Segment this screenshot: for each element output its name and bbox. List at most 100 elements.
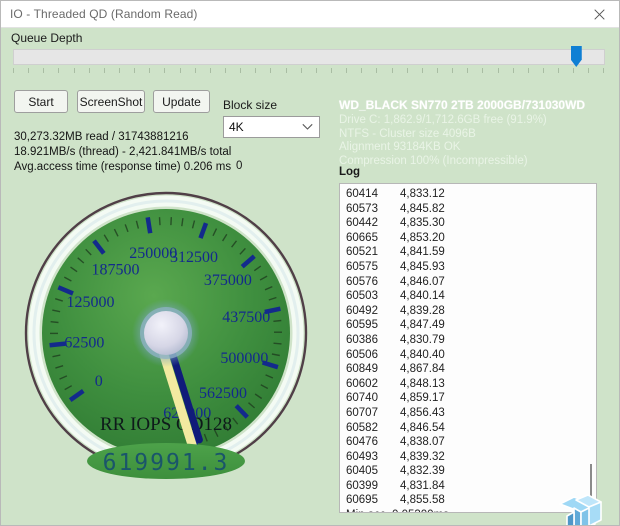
log-mbps-value: 4,856.43 (400, 406, 445, 421)
log-iops-value: 60849 (346, 362, 400, 377)
tweaktown-logo-icon (554, 490, 606, 526)
drive-model-title: WD_BLACK SN770 2TB 2000GB/731030WD (339, 98, 585, 112)
log-row: 605754,845.93 (340, 260, 596, 275)
log-iops-value: 60573 (346, 202, 400, 217)
start-button[interactable]: Start (14, 90, 68, 113)
log-iops-value: 60442 (346, 216, 400, 231)
gauge-tick-label: 187500 (92, 261, 140, 278)
stat-throughput: 18.921MB/s (thread) - 2,421.841MB/s tota… (14, 145, 231, 160)
log-mbps-value: 4,839.32 (400, 450, 445, 465)
log-mbps-value: 4,833.12 (400, 187, 445, 202)
queue-depth-slider[interactable] (11, 48, 609, 80)
log-row: 605034,840.14 (340, 289, 596, 304)
log-row: 605734,845.82 (340, 202, 596, 217)
gauge-caption: RR IOPS QD128 (100, 414, 232, 435)
stat-counter: 0 (236, 160, 242, 172)
close-icon (594, 9, 605, 20)
screenshot-button[interactable]: ScreenShot (77, 90, 145, 113)
gauge-tick-label: 437500 (222, 309, 270, 326)
log-iops-value: 60695 (346, 493, 400, 508)
gauge-minor-tick (274, 343, 282, 344)
stat-read-total: 30,273.32MB read / 31743881216 (14, 130, 231, 145)
log-mbps-value: 4,846.07 (400, 275, 445, 290)
log-mbps-value: 4,832.39 (400, 464, 445, 479)
gauge-tick-label: 562500 (199, 385, 247, 402)
log-row: 607074,856.43 (340, 406, 596, 421)
slider-track[interactable] (13, 49, 605, 65)
log-row: 604054,832.39 (340, 464, 596, 479)
io-threaded-qd-window: IO - Threaded QD (Random Read) Queue Dep… (0, 0, 620, 526)
log-mbps-value: 4,840.14 (400, 289, 445, 304)
log-iops-value: 60405 (346, 464, 400, 479)
log-mbps-value: 4,859.17 (400, 391, 445, 406)
log-row: 605764,846.07 (340, 275, 596, 290)
stats-block: 30,273.32MB read / 31743881216 18.921MB/… (14, 130, 231, 175)
gauge-tick-label: 0 (95, 373, 103, 390)
log-iops-value: 60665 (346, 231, 400, 246)
gauge-major-tick (148, 217, 151, 233)
log-iops-value: 60506 (346, 348, 400, 363)
log-mbps-value: 4,867.84 (400, 362, 445, 377)
log-row: 605214,841.59 (340, 245, 596, 260)
client-area: Queue Depth Start ScreenShot Update Bloc… (1, 28, 619, 525)
log-iops-value: 60476 (346, 435, 400, 450)
log-label: Log (339, 166, 360, 178)
log-mbps-value: 4,853.20 (400, 231, 445, 246)
log-row: 604924,839.28 (340, 304, 596, 319)
log-iops-value: 60503 (346, 289, 400, 304)
block-size-dropdown[interactable]: 4K (223, 116, 320, 138)
log-mbps-value: 4,848.13 (400, 377, 445, 392)
log-mbps-value: 4,846.54 (400, 421, 445, 436)
slider-tick-marks (13, 68, 605, 74)
log-row: 606654,853.20 (340, 231, 596, 246)
log-row: 604424,835.30 (340, 216, 596, 231)
log-mbps-value: 4,839.28 (400, 304, 445, 319)
log-mbps-value: 4,840.40 (400, 348, 445, 363)
title-bar: IO - Threaded QD (Random Read) (1, 1, 620, 28)
drive-alignment-line: Alignment 93184KB OK (339, 141, 547, 155)
gauge-minor-tick (51, 322, 59, 323)
chevron-down-icon (302, 124, 313, 131)
log-iops-value: 60575 (346, 260, 400, 275)
log-row: 604934,839.32 (340, 450, 596, 465)
log-entries: 604144,833.12605734,845.82604424,835.306… (340, 187, 596, 513)
log-iops-value: 60492 (346, 304, 400, 319)
log-iops-value: 60386 (346, 333, 400, 348)
log-row: 605064,840.40 (340, 348, 596, 363)
log-listbox[interactable]: 604144,833.12605734,845.82604424,835.306… (339, 183, 597, 513)
log-row: 608494,867.84 (340, 362, 596, 377)
gauge-tick-label: 375000 (204, 272, 252, 289)
gauge-tick-label: 62500 (64, 335, 104, 352)
gauge-lcd-readout: 619991.3 (103, 450, 230, 476)
log-row: 605954,847.49 (340, 318, 596, 333)
log-iops-value: 60602 (346, 377, 400, 392)
log-iops-value: 60493 (346, 450, 400, 465)
log-mbps-value: 4,845.93 (400, 260, 445, 275)
close-button[interactable] (577, 1, 620, 27)
update-button[interactable]: Update (153, 90, 210, 113)
log-mbps-value: 4,830.79 (400, 333, 445, 348)
log-mbps-value: 4,835.30 (400, 216, 445, 231)
drive-filesystem-line: NTFS - Cluster size 4096B (339, 128, 547, 142)
drive-info-block: Drive C: 1,862.9/1,712.6GB free (91.9%) … (339, 114, 547, 168)
iops-gauge: 0625001250001875002500003125003750004375… (23, 183, 309, 483)
log-mbps-value: 4,847.49 (400, 318, 445, 333)
log-iops-value: 60582 (346, 421, 400, 436)
log-row: 603864,830.79 (340, 333, 596, 348)
log-mbps-value: 4,855.58 (400, 493, 445, 508)
gauge-major-tick (50, 344, 66, 346)
stat-access-time: Avg.access time (response time) 0.206 ms (14, 160, 231, 175)
log-iops-value: 60521 (346, 245, 400, 260)
gauge-minor-tick (273, 321, 281, 322)
log-iops-value: 60707 (346, 406, 400, 421)
block-size-label: Block size (223, 98, 277, 112)
log-iops-value: 60399 (346, 479, 400, 494)
log-iops-value: 60414 (346, 187, 400, 202)
log-mbps-value: 4,838.07 (400, 435, 445, 450)
log-row: 607404,859.17 (340, 391, 596, 406)
log-mbps-value: 4,841.59 (400, 245, 445, 260)
drive-capacity-line: Drive C: 1,862.9/1,712.6GB free (91.9%) (339, 114, 547, 128)
log-iops-value: 60576 (346, 275, 400, 290)
log-mbps-value: 4,845.82 (400, 202, 445, 217)
log-row: 604144,833.12 (340, 187, 596, 202)
